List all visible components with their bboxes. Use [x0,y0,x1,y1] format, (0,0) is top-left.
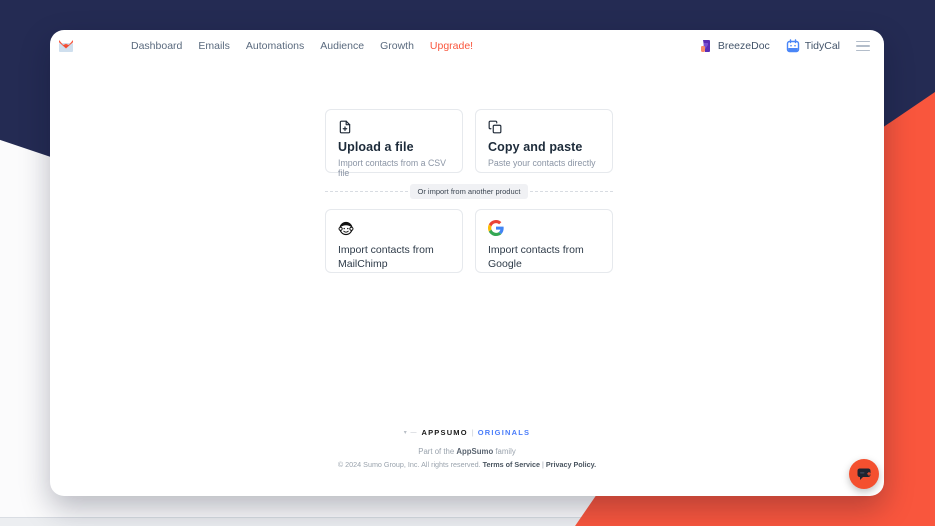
chat-launcher-button[interactable] [849,459,879,489]
upload-file-title: Upload a file [338,140,414,154]
google-icon [488,220,504,236]
upload-file-subtitle: Import contacts from a CSV file [338,158,447,178]
taco-icon: ▾ — [403,430,418,436]
appsumo-brand-line[interactable]: ▾ — APPSUMO | ORIGINALS [50,428,884,437]
file-plus-icon [339,120,351,134]
family-line: Part of the AppSumo family [50,447,884,456]
nav-item-emails[interactable]: Emails [198,40,230,52]
import-divider: Or import from another product [325,183,613,199]
privacy-policy-link[interactable]: Privacy Policy. [546,460,596,469]
breezedoc-link[interactable]: BreezeDoc [699,39,770,53]
originals-wordmark: ORIGINALS [477,428,531,437]
appsumo-wordmark: APPSUMO [421,428,468,437]
mailchimp-icon [338,221,354,236]
family-suffix: family [493,447,516,456]
divider-label: Or import from another product [409,183,529,199]
fox-envelope-icon [59,40,73,52]
nav-right-group: BreezeDoc TidyCal [699,39,870,54]
tidycal-label: TidyCal [804,40,840,52]
nav-item-dashboard[interactable]: Dashboard [131,40,182,52]
footer: ▾ — APPSUMO | ORIGINALS Part of the AppS… [50,428,884,469]
mailchimp-import-card[interactable]: Import contacts from MailChimp [325,209,463,273]
upload-file-card[interactable]: Upload a file Import contacts from a CSV… [325,109,463,178]
breezedoc-label: BreezeDoc [717,40,770,52]
sendfox-logo[interactable] [58,38,76,54]
google-import-label: Import contacts from Google [488,244,584,271]
google-import-card[interactable]: Import contacts from Google [475,209,613,273]
wordmark-separator: | [471,428,474,437]
nav-item-audience[interactable]: Audience [320,40,364,52]
mailchimp-import-label: Import contacts from MailChimp [338,244,434,271]
nav-item-upgrade[interactable]: Upgrade! [430,40,473,52]
top-navigation: Dashboard Emails Automations Audience Gr… [50,30,884,62]
chat-bubble-icon [857,468,871,480]
tidycal-calendar-icon [786,39,799,53]
nav-item-growth[interactable]: Growth [380,40,414,52]
terms-of-service-link[interactable]: Terms of Service [483,460,540,469]
copy-paste-card[interactable]: Copy and paste Paste your contacts direc… [475,109,613,173]
copyright-line: © 2024 Sumo Group, Inc. All rights reser… [50,460,884,469]
main-app-card: Dashboard Emails Automations Audience Gr… [50,30,884,496]
nav-links: Dashboard Emails Automations Audience Gr… [131,40,473,52]
breezedoc-icon [700,40,710,52]
copy-paste-title: Copy and paste [488,140,583,154]
family-appsumo: AppSumo [456,447,494,456]
hamburger-menu-icon[interactable] [856,39,870,54]
copy-paste-subtitle: Paste your contacts directly [488,158,596,168]
copyright-text: © 2024 Sumo Group, Inc. All rights reser… [337,460,483,469]
copy-icon [488,120,502,134]
nav-item-automations[interactable]: Automations [246,40,304,52]
tidycal-link[interactable]: TidyCal [786,39,840,53]
family-prefix: Part of the [418,447,457,456]
